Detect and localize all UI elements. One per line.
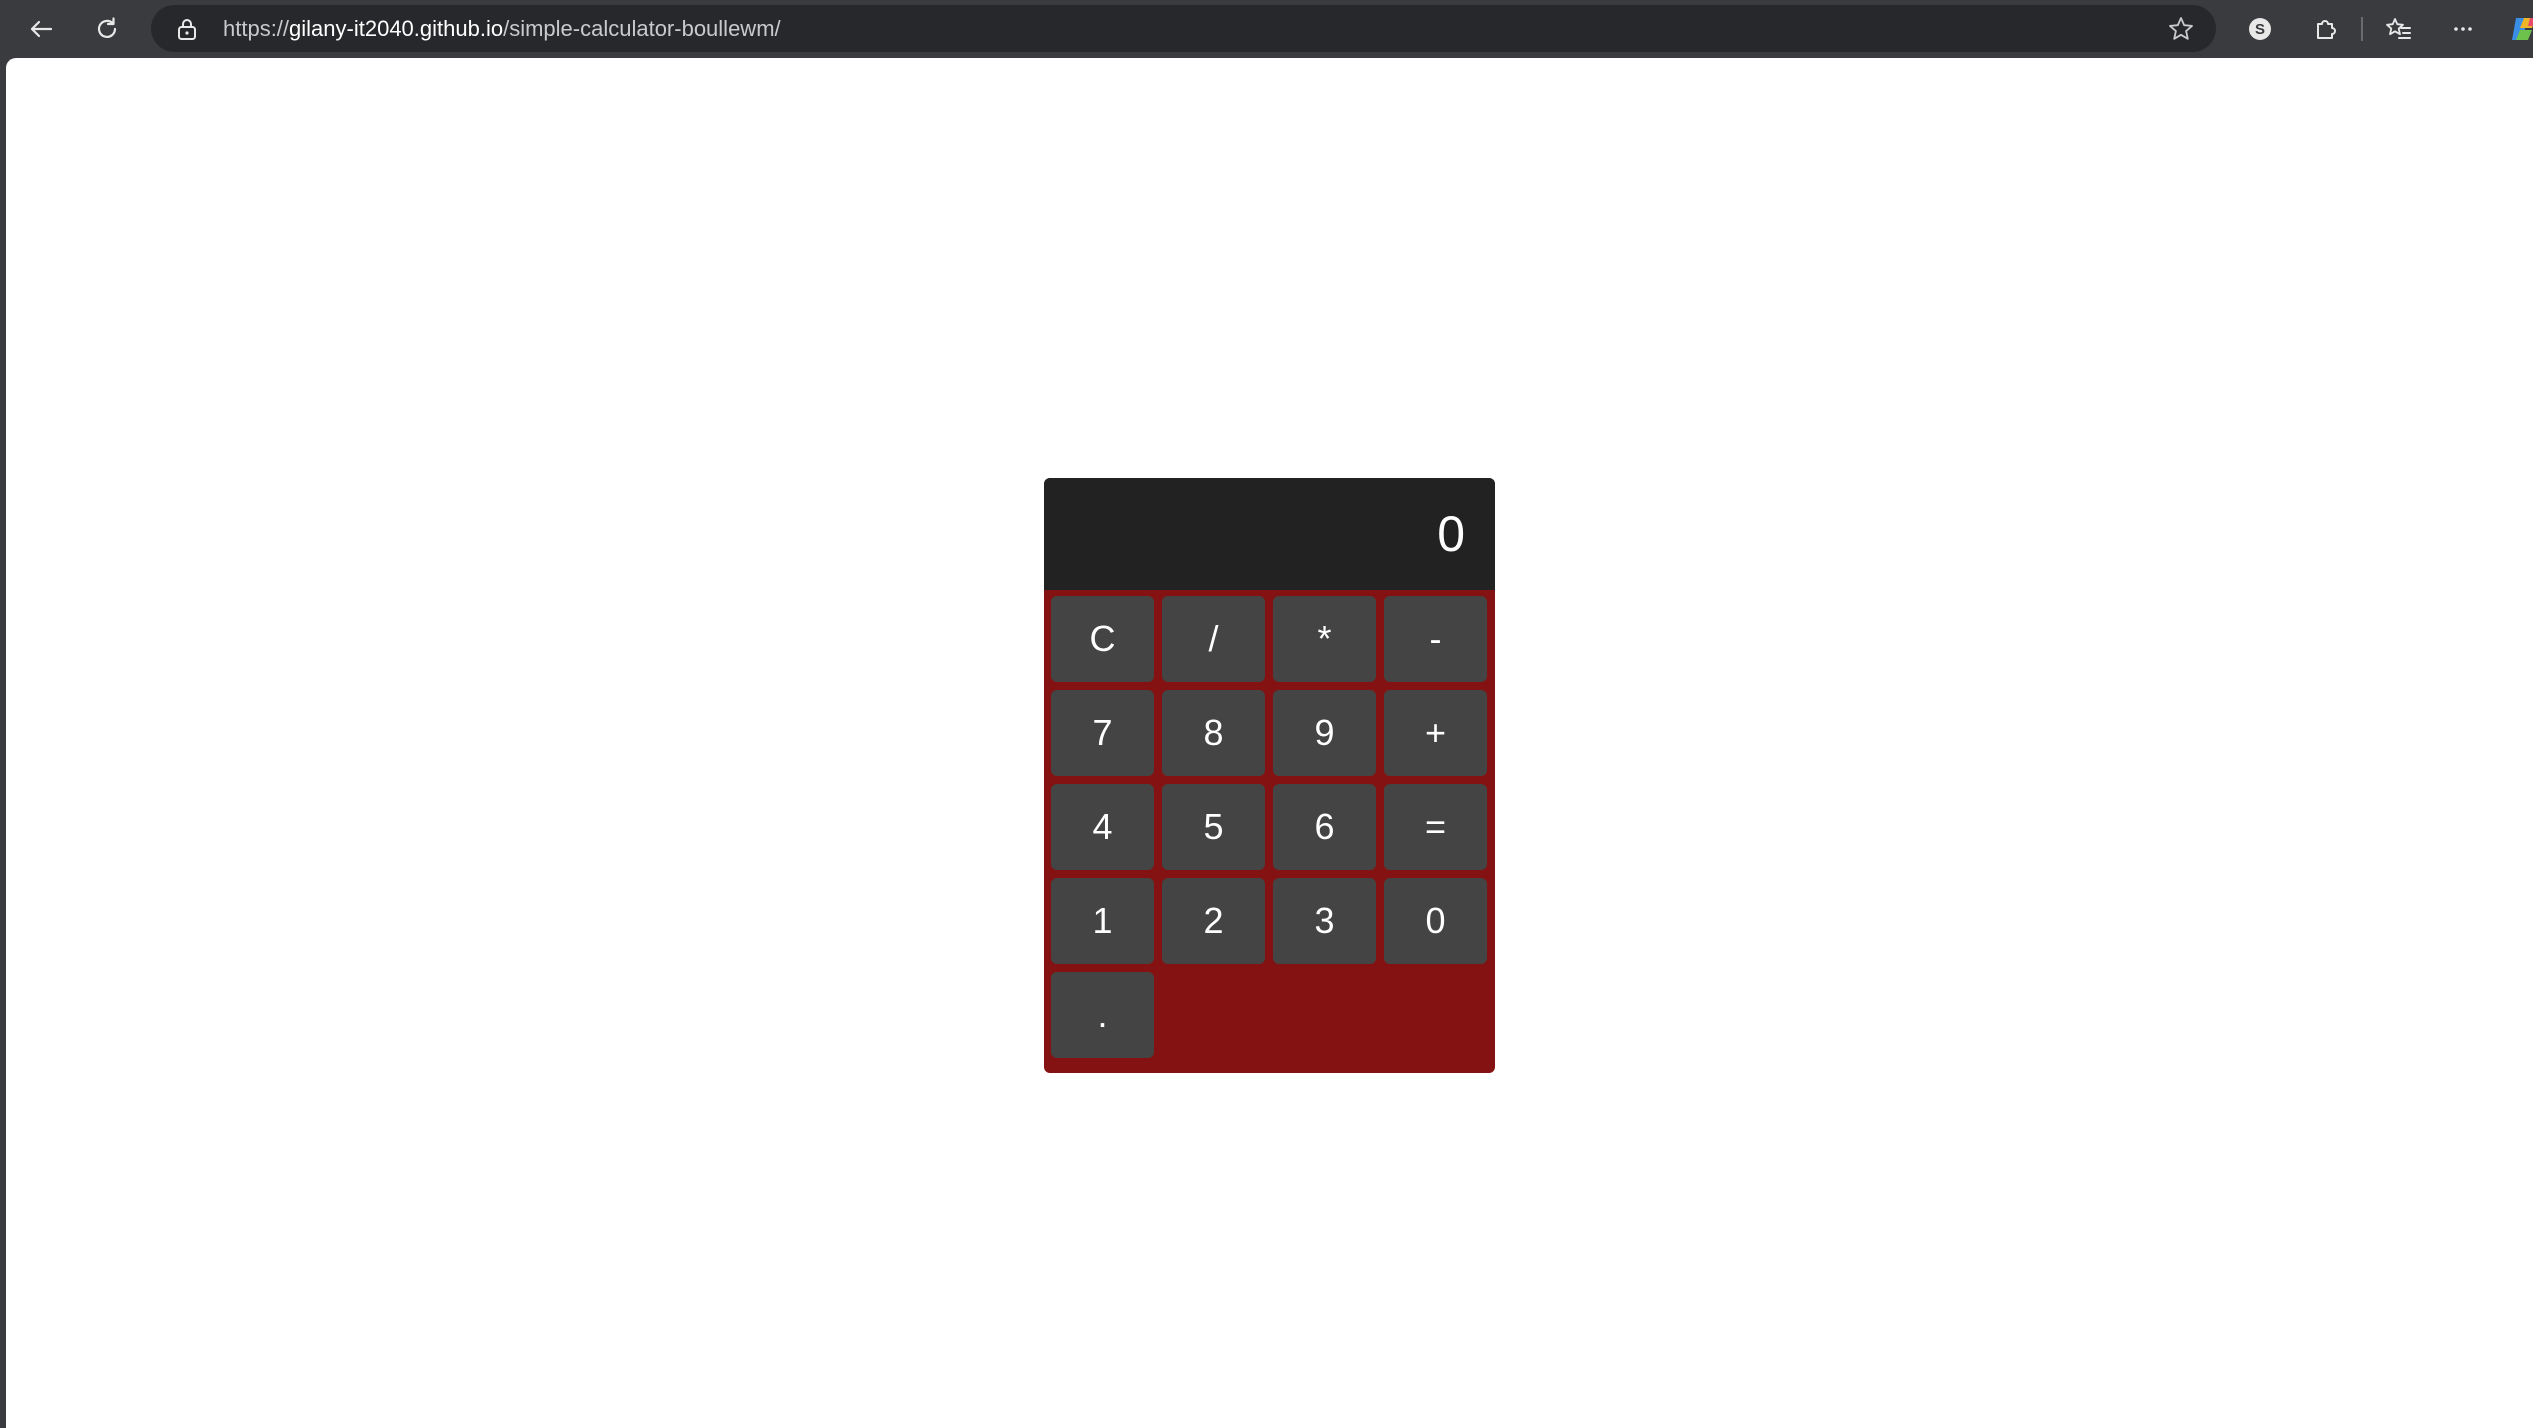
digit-0-button[interactable]: 0: [1384, 878, 1487, 964]
digit-6-button[interactable]: 6: [1273, 784, 1376, 870]
page-viewport: 0 C / * - 7 8 9 + 4 5 6 = 1 2 3 0 .: [6, 58, 2533, 1428]
digit-1-button[interactable]: 1: [1051, 878, 1154, 964]
browser-toolbar: https://gilany-it2040.github.io/simple-c…: [0, 0, 2533, 58]
favorites-icon: [2386, 18, 2411, 39]
refresh-button[interactable]: [87, 9, 127, 49]
url-path: /simple-calculator-boullewm/: [503, 16, 781, 41]
copilot-button[interactable]: [2510, 14, 2533, 44]
back-icon: [30, 20, 53, 38]
subtract-button[interactable]: -: [1384, 596, 1487, 682]
svg-text:S: S: [2255, 21, 2265, 38]
more-button[interactable]: [2443, 9, 2483, 49]
extensions-icon: [2317, 20, 2336, 39]
back-button[interactable]: [21, 9, 61, 49]
digit-5-button[interactable]: 5: [1162, 784, 1265, 870]
url-host: gilany-it2040.github.io: [289, 16, 504, 41]
s-profile-icon: S: [2249, 18, 2271, 40]
equals-button[interactable]: =: [1384, 784, 1487, 870]
digit-3-button[interactable]: 3: [1273, 878, 1376, 964]
add-button[interactable]: +: [1384, 690, 1487, 776]
digit-8-button[interactable]: 8: [1162, 690, 1265, 776]
calculator-display: 0: [1044, 478, 1495, 590]
clear-button[interactable]: C: [1051, 596, 1154, 682]
digit-2-button[interactable]: 2: [1162, 878, 1265, 964]
refresh-icon: [97, 17, 117, 38]
copilot-icon: [2512, 18, 2533, 40]
url-prefix: https://: [223, 16, 290, 41]
toolbar-divider: [2361, 17, 2363, 41]
digit-4-button[interactable]: 4: [1051, 784, 1154, 870]
digit-7-button[interactable]: 7: [1051, 690, 1154, 776]
more-icon: [2454, 27, 2472, 31]
address-bar[interactable]: https://gilany-it2040.github.io/simple-c…: [151, 5, 2216, 52]
divide-button[interactable]: /: [1162, 596, 1265, 682]
calculator: 0 C / * - 7 8 9 + 4 5 6 = 1 2 3 0 .: [1044, 478, 1495, 1073]
decimal-button[interactable]: .: [1051, 972, 1154, 1058]
profile-button[interactable]: S: [2240, 9, 2280, 49]
lock-icon[interactable]: [175, 17, 199, 41]
url-text[interactable]: https://gilany-it2040.github.io/simple-c…: [223, 5, 781, 52]
digit-9-button[interactable]: 9: [1273, 690, 1376, 776]
multiply-button[interactable]: *: [1273, 596, 1376, 682]
star-icon[interactable]: [2166, 14, 2196, 44]
calculator-keypad: C / * - 7 8 9 + 4 5 6 = 1 2 3 0 .: [1051, 596, 1487, 1058]
extensions-button[interactable]: [2305, 9, 2345, 49]
favorites-button[interactable]: [2378, 9, 2418, 49]
